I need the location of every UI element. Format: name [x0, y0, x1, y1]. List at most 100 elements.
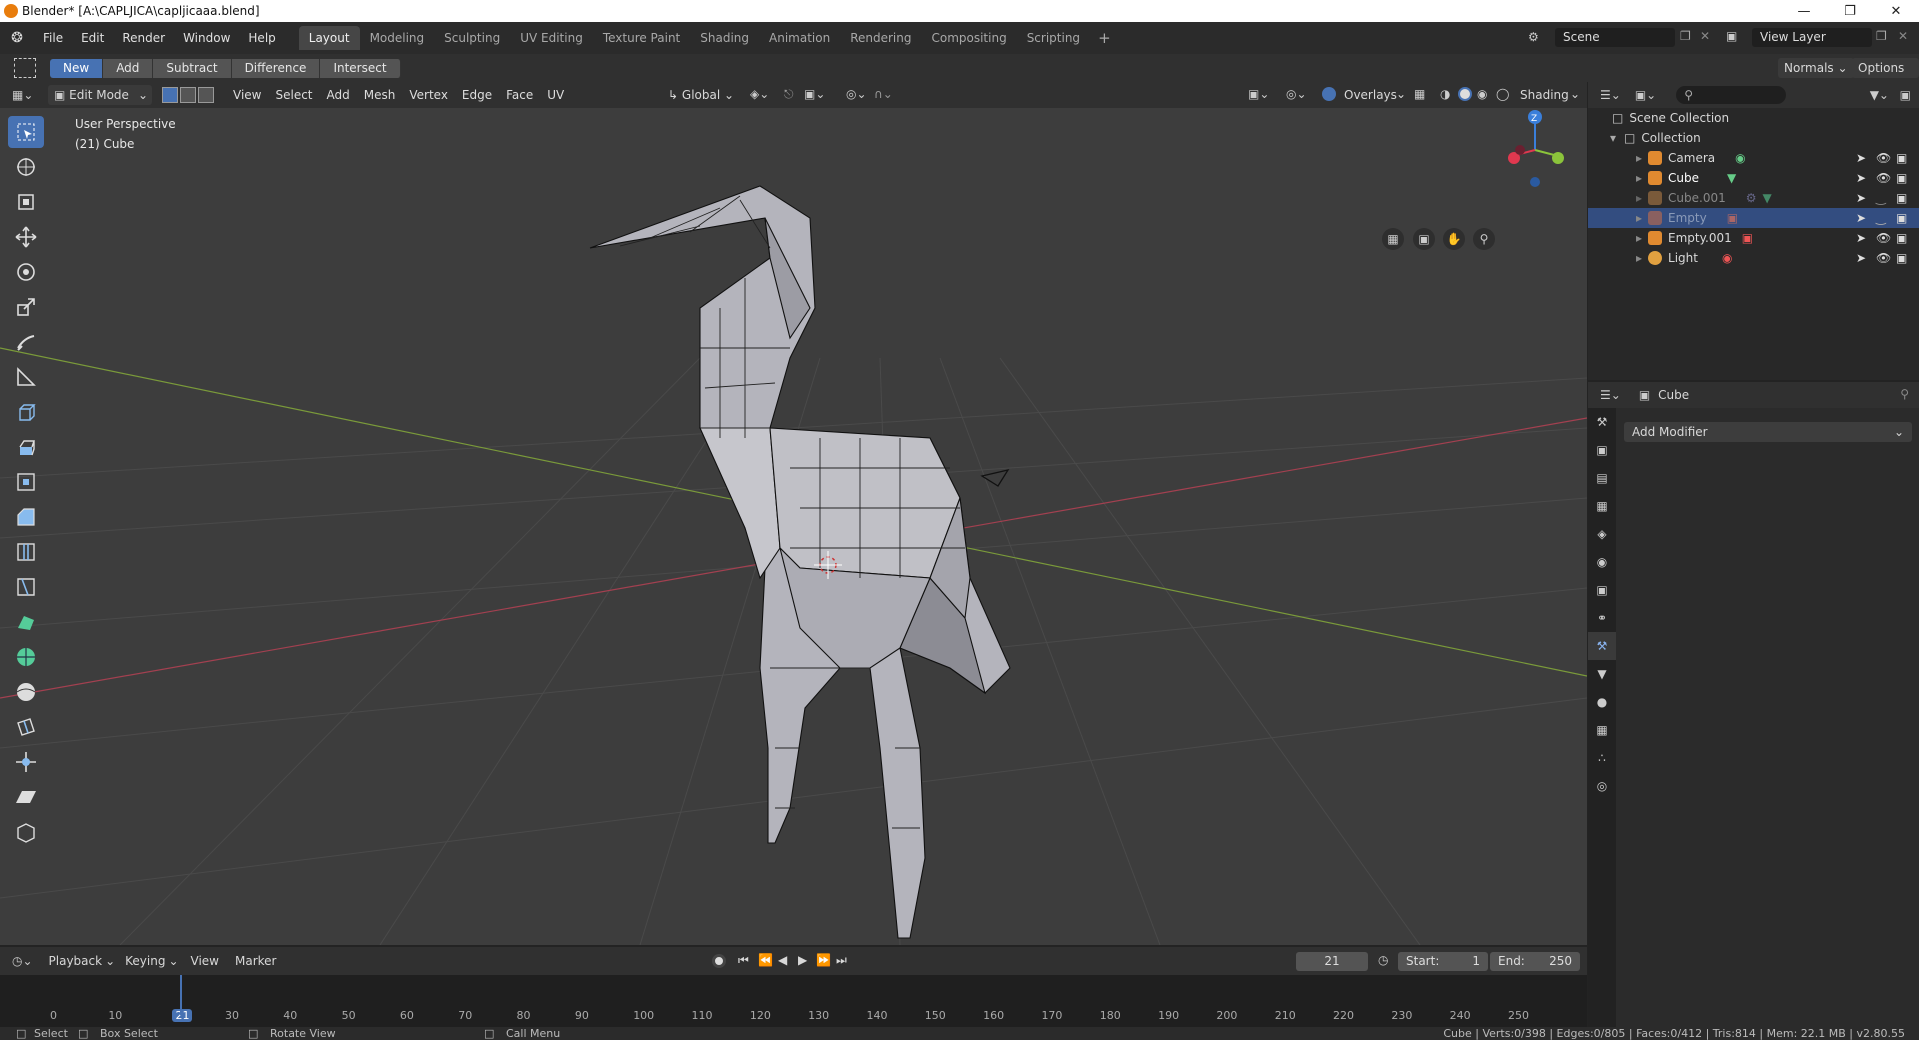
tab-rendering[interactable]: Rendering — [840, 26, 921, 50]
visibility-eye-icon[interactable]: 👁 — [1876, 171, 1891, 185]
view-layer-field[interactable]: View Layer — [1752, 28, 1872, 47]
render-camera-icon[interactable]: ▣ — [1896, 231, 1907, 245]
tab-compositing[interactable]: Compositing — [921, 26, 1016, 50]
add-workspace-button[interactable]: + — [1090, 29, 1119, 47]
menu-view[interactable]: View — [226, 88, 268, 102]
menu-file[interactable]: File — [34, 26, 72, 50]
menu-uv[interactable]: UV — [540, 88, 571, 102]
play-icon[interactable]: ▶ — [798, 953, 807, 967]
toggle-grid-icon[interactable]: ▦ — [1382, 228, 1404, 250]
menu-playback[interactable]: Playback — [49, 954, 103, 968]
tool-shrink-fatten[interactable] — [8, 746, 44, 778]
tab-sculpting[interactable]: Sculpting — [434, 26, 510, 50]
select-mode-face-icon[interactable] — [198, 87, 214, 103]
editor-type-icon[interactable]: ▦⌄ — [12, 88, 36, 102]
render-camera-icon[interactable]: ▣ — [1896, 191, 1907, 205]
tool-loop-cut[interactable] — [8, 536, 44, 568]
jump-start-icon[interactable]: ⏮ — [738, 953, 749, 968]
tab-particles[interactable]: ∴ — [1588, 744, 1616, 772]
shading-wireframe-icon[interactable]: ◑ — [1440, 87, 1450, 101]
camera-view-icon[interactable]: ▣ — [1413, 228, 1435, 250]
jump-keyframe-forward-icon[interactable]: ⏩ — [816, 953, 831, 967]
tab-scripting[interactable]: Scripting — [1017, 26, 1090, 50]
tab-shading[interactable]: Shading — [690, 26, 759, 50]
tab-texture[interactable]: ▦ — [1588, 716, 1616, 744]
timeline-track-area[interactable]: 0 10 21 30 40 50 60 70 80 90 100 110 120 130 140 150 160… — [0, 975, 1587, 1027]
selectable-icon[interactable]: ➤ — [1856, 251, 1866, 265]
visibility-eye-icon[interactable]: 👁 — [1876, 151, 1891, 165]
pan-view-icon[interactable]: ✋ — [1443, 228, 1465, 250]
tab-physics[interactable]: ◎ — [1588, 772, 1616, 800]
tab-render[interactable]: ▣ — [1588, 436, 1616, 464]
shading-material-icon[interactable]: ◉ — [1477, 87, 1487, 101]
expand-icon[interactable]: ▸ — [1636, 171, 1642, 185]
mode-difference-button[interactable]: Difference — [231, 58, 321, 78]
shading-solid-icon[interactable] — [1458, 87, 1472, 101]
start-frame-field[interactable]: Start: 1 — [1398, 952, 1488, 971]
orientation-dropdown[interactable]: ↳ Global ⌄ — [664, 85, 738, 105]
menu-add[interactable]: Add — [320, 88, 357, 102]
tab-object-data[interactable]: ▼ — [1588, 660, 1616, 688]
render-camera-icon[interactable]: ▣ — [1896, 251, 1907, 265]
menu-mesh[interactable]: Mesh — [357, 88, 403, 102]
outliner-row-empty[interactable]: ▸ Empty ▣ ➤ ‿ ▣ — [1588, 208, 1919, 228]
delete-view-layer-icon[interactable]: ✕ — [1898, 29, 1908, 43]
select-mode-vertex-icon[interactable] — [162, 87, 178, 103]
tool-shear[interactable] — [8, 781, 44, 813]
3d-viewport[interactable]: User Perspective (21) Cube ▦ ▣ ✋ ⚲ Z — [0, 108, 1587, 945]
add-modifier-dropdown[interactable]: Add Modifier ⌄ — [1624, 422, 1912, 442]
navigation-gizmo[interactable]: Z — [1500, 108, 1570, 188]
menu-render[interactable]: Render — [113, 26, 174, 50]
tab-scene[interactable]: ◈ — [1588, 520, 1616, 548]
new-collection-icon[interactable]: ▣ — [1900, 88, 1911, 102]
gizmo-toggle-icon[interactable]: ◎⌄ — [1286, 87, 1307, 101]
expand-icon[interactable]: ▸ — [1636, 251, 1642, 265]
tab-uv-editing[interactable]: UV Editing — [510, 26, 593, 50]
selectable-icon[interactable]: ➤ — [1856, 191, 1866, 205]
playhead-line[interactable] — [180, 975, 183, 1015]
select-mode-edge-icon[interactable] — [180, 87, 196, 103]
outliner-search-input[interactable]: ⚲ — [1676, 86, 1787, 104]
outliner-collection[interactable]: ▾ □ Collection — [1588, 128, 1919, 148]
select-box-icon[interactable] — [14, 58, 36, 78]
mode-intersect-button[interactable]: Intersect — [320, 58, 401, 78]
mode-new-button[interactable]: New — [50, 58, 104, 78]
visibility-eye-icon[interactable]: 👁 — [1876, 251, 1891, 265]
overlays-toggle-icon[interactable] — [1322, 87, 1336, 101]
record-button[interactable] — [712, 954, 726, 968]
expand-icon[interactable]: ▸ — [1636, 231, 1642, 245]
tool-inset[interactable] — [8, 466, 44, 498]
tab-texture-paint[interactable]: Texture Paint — [593, 26, 690, 50]
shading-chevron-icon[interactable]: ⌄ — [1570, 87, 1580, 101]
expand-icon[interactable]: ▸ — [1636, 211, 1642, 225]
blender-menu-icon[interactable]: ❂ — [0, 30, 34, 46]
expand-icon[interactable]: ▸ — [1636, 191, 1642, 205]
play-reverse-icon[interactable]: ◀ — [778, 953, 787, 967]
menu-window[interactable]: Window — [174, 26, 239, 50]
tool-tweak[interactable] — [8, 186, 44, 218]
current-frame-field[interactable]: 21 — [1296, 952, 1368, 971]
view-object-types-icon[interactable]: ▣⌄ — [1248, 87, 1269, 101]
selectable-icon[interactable]: ➤ — [1856, 151, 1866, 165]
shading-dropdown[interactable]: Shading — [1520, 88, 1569, 102]
end-frame-field[interactable]: End: 250 — [1490, 952, 1580, 971]
expand-icon[interactable]: ▸ — [1636, 151, 1642, 165]
minimize-button[interactable]: — — [1781, 0, 1827, 22]
delete-scene-icon[interactable]: ✕ — [1700, 29, 1710, 43]
tool-select-box[interactable] — [8, 116, 44, 148]
jump-keyframe-back-icon[interactable]: ⏪ — [758, 953, 773, 967]
outliner-row-camera[interactable]: ▸ Camera ◉ ➤ 👁 ▣ — [1588, 148, 1919, 168]
xray-icon[interactable]: ▦ — [1414, 87, 1425, 101]
outliner-row-cube001[interactable]: ▸ Cube.001 ⚙ ▼ ➤ ‿ ▣ — [1588, 188, 1919, 208]
visibility-hidden-icon[interactable]: ‿ — [1876, 191, 1886, 205]
menu-select[interactable]: Select — [268, 88, 319, 102]
visibility-eye-icon[interactable]: 👁 — [1876, 231, 1891, 245]
outliner-row-empty001[interactable]: ▸ Empty.001 ▣ ➤ 👁 ▣ — [1588, 228, 1919, 248]
visibility-hidden-icon[interactable]: ‿ — [1876, 211, 1886, 225]
zoom-view-icon[interactable]: ⚲ — [1473, 228, 1495, 250]
tab-material[interactable]: ● — [1588, 688, 1616, 716]
scene-field[interactable]: Scene — [1555, 28, 1675, 47]
proportional-edit-icon[interactable]: ◎⌄ — [846, 87, 867, 101]
menu-timeline-view[interactable]: View — [191, 954, 219, 968]
render-camera-icon[interactable]: ▣ — [1896, 171, 1907, 185]
